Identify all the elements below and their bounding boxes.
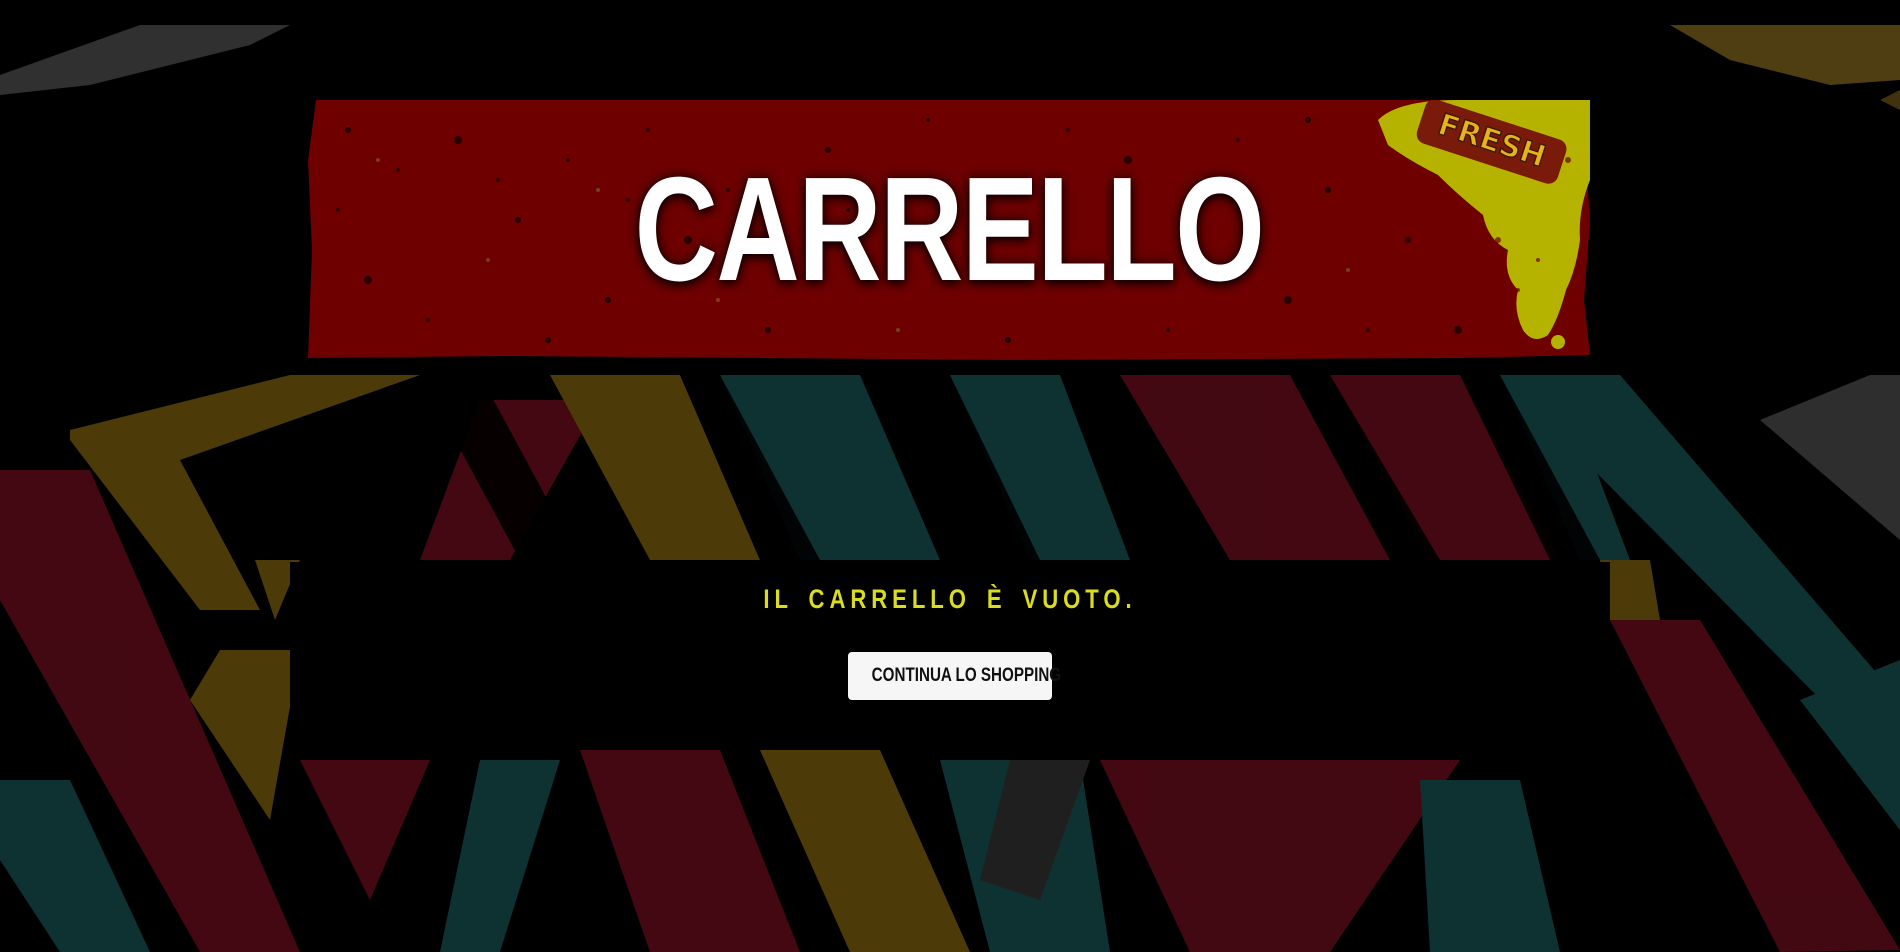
empty-cart-message: IL CARRELLO È VUOTO.: [763, 584, 1137, 614]
page-title: CARRELLO: [634, 147, 1265, 312]
page-title-banner: FRESH CARRELLO: [308, 100, 1590, 360]
empty-cart-panel: IL CARRELLO È VUOTO. CONTINUA LO SHOPPIN…: [290, 562, 1610, 748]
continue-shopping-button[interactable]: CONTINUA LO SHOPPING: [848, 652, 1061, 700]
continue-shopping-label: CONTINUA LO SHOPPING: [871, 665, 1062, 686]
